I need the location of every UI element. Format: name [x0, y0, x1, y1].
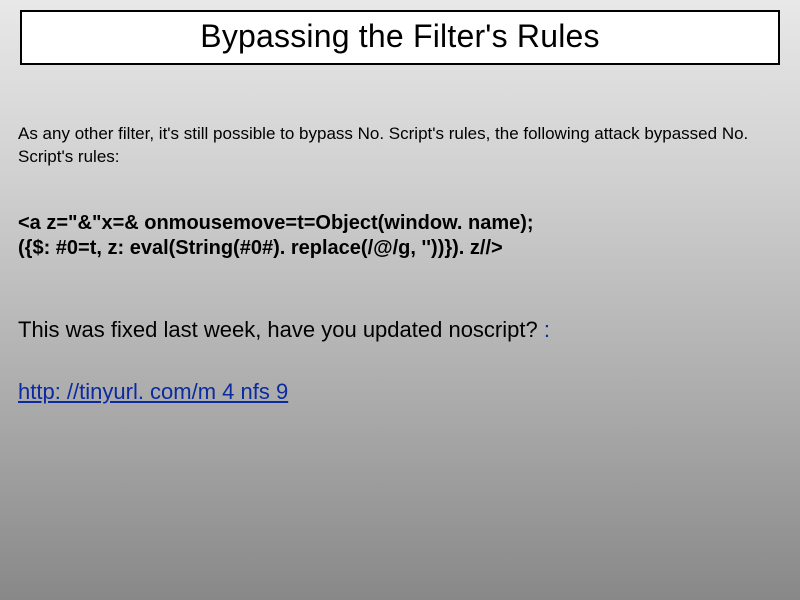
note-colon: : — [544, 317, 550, 342]
intro-paragraph: As any other filter, it's still possible… — [18, 123, 782, 169]
title-box: Bypassing the Filter's Rules — [20, 10, 780, 65]
note-text: This was fixed last week, have you updat… — [18, 317, 544, 342]
code-line-2: ({$: #0=t, z: eval(String(#0#). replace(… — [18, 236, 782, 261]
code-line-1: <a z="&"x=& onmousemove=t=Object(window.… — [18, 211, 782, 236]
update-note: This was fixed last week, have you updat… — [18, 317, 782, 343]
slide: Bypassing the Filter's Rules As any othe… — [0, 0, 800, 600]
link-line: http: //tinyurl. com/m 4 nfs 9 — [18, 379, 782, 405]
tinyurl-link[interactable]: http: //tinyurl. com/m 4 nfs 9 — [18, 379, 288, 404]
code-snippet: <a z="&"x=& onmousemove=t=Object(window.… — [18, 211, 782, 261]
slide-title: Bypassing the Filter's Rules — [32, 18, 768, 55]
